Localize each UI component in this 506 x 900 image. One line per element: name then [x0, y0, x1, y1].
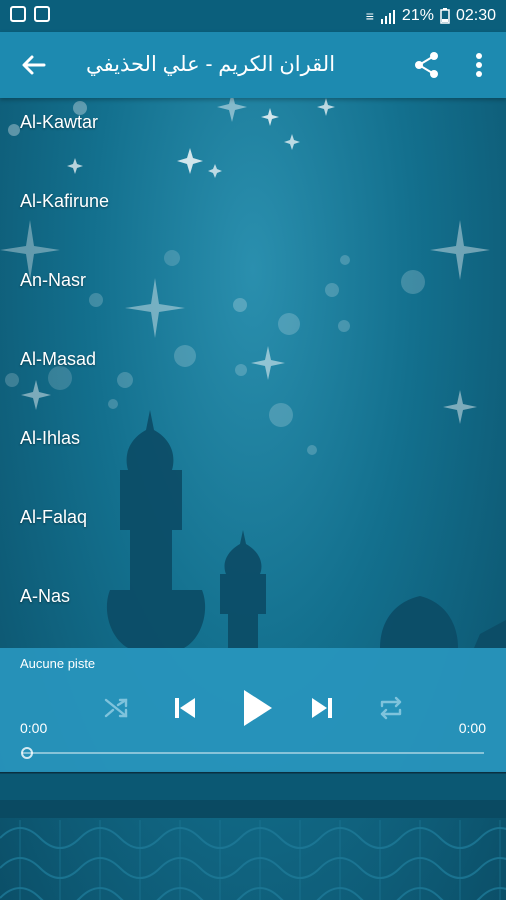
vibrate-icon: ≡	[365, 8, 374, 24]
gallery-notification-icon	[34, 6, 50, 22]
list-item-label: An-Nasr	[20, 270, 87, 290]
list-item-label: Al-Falaq	[20, 507, 88, 527]
list-item-an-nasr[interactable]: An-Nasr	[0, 256, 506, 335]
repeat-icon[interactable]	[373, 690, 409, 726]
time-total: 0:00	[458, 720, 486, 736]
time-elapsed: 0:00	[20, 720, 48, 736]
list-item-al-masad[interactable]: Al-Masad	[0, 335, 506, 414]
status-bar: ≡ 21% 02:30	[0, 0, 506, 32]
list-item-label: Al-Masad	[20, 349, 97, 369]
list-item-label: A-Nas	[20, 586, 71, 606]
list-item-label: Al-Kawtar	[20, 112, 99, 132]
list-item-al-kawtar[interactable]: Al-Kawtar	[0, 98, 506, 177]
battery-percent: 21%	[401, 7, 434, 24]
list-item-al-falaq[interactable]: Al-Falaq	[0, 493, 506, 572]
audio-player: Aucune piste 0:00 0:00	[0, 648, 506, 772]
list-item-al-kafirune[interactable]: Al-Kafirune	[0, 177, 506, 256]
photo-notification-icon	[10, 6, 26, 22]
app-bar: القران الكريم - علي الحذيفي	[0, 32, 506, 98]
signal-icon	[380, 10, 395, 24]
skip-previous-icon[interactable]	[167, 690, 203, 726]
battery-icon	[440, 8, 450, 24]
track-title: Aucune piste	[20, 656, 96, 671]
list-item-label: Al-Kafirune	[20, 191, 110, 211]
skip-next-icon[interactable]	[304, 690, 340, 726]
page-title: القران الكريم - علي الحذيفي	[86, 53, 336, 76]
shuffle-icon[interactable]	[98, 690, 134, 726]
seek-thumb[interactable]	[21, 747, 33, 759]
list-item-al-ihlas[interactable]: Al-Ihlas	[0, 414, 506, 493]
seek-bar[interactable]	[22, 752, 484, 754]
back-arrow-icon[interactable]	[18, 49, 50, 81]
share-icon[interactable]	[412, 50, 442, 80]
list-item-label: Al-Ihlas	[20, 428, 81, 448]
list-item-a-nas[interactable]: A-Nas	[0, 572, 506, 651]
more-vert-icon[interactable]	[466, 50, 492, 80]
status-time: 02:30	[455, 7, 496, 24]
play-icon[interactable]	[234, 686, 278, 730]
